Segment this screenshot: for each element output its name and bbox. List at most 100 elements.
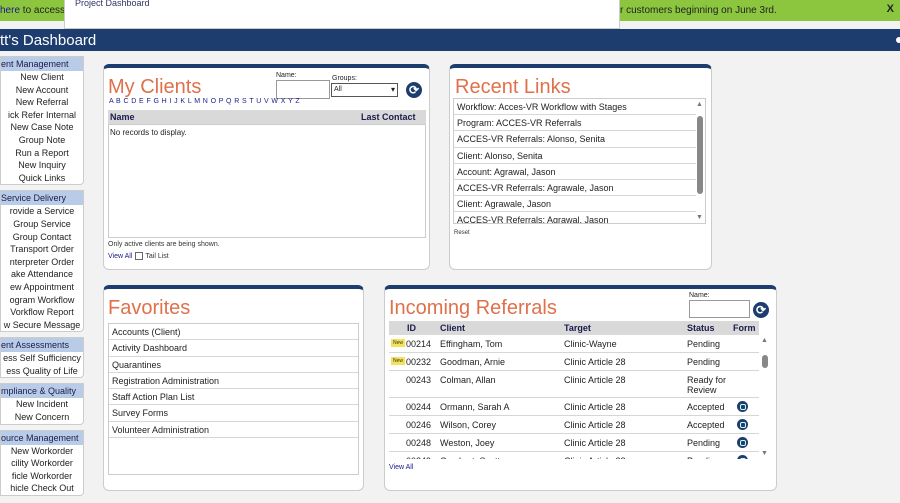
form-icon[interactable]: [737, 401, 748, 412]
recent-link-item[interactable]: Account: Agrawal, Jason: [454, 164, 696, 180]
recent-link-item[interactable]: Client: Alonso, Senita: [454, 148, 696, 164]
recent-link-item[interactable]: Program: ACCES-VR Referrals: [454, 115, 696, 132]
sidebar-item[interactable]: ew Appointment: [1, 281, 83, 294]
table-row[interactable]: 00243 Colman, Allan Clinic Article 28 Ready…: [389, 371, 759, 398]
sidebar-item[interactable]: Run a Report: [1, 147, 83, 160]
referral-target: Clinic Article 28: [564, 420, 626, 430]
scroll-down-icon[interactable]: ▼: [761, 450, 768, 457]
refresh-icon[interactable]: ⟳: [753, 302, 769, 318]
referral-status: Pending: [687, 357, 721, 367]
refresh-icon[interactable]: ⟳: [406, 82, 422, 98]
favorite-item[interactable]: Accounts (Client): [109, 324, 358, 341]
sidebar-item[interactable]: New Incident: [1, 398, 83, 411]
name-filter-input[interactable]: [276, 80, 330, 99]
reset-link[interactable]: Reset: [454, 230, 470, 236]
table-row[interactable]: 00248 Weston, Joey Clinic Article 28 Pendin…: [389, 434, 759, 452]
favorite-item[interactable]: Registration Administration: [109, 373, 358, 390]
referrals-name-input[interactable]: [689, 300, 750, 318]
page-header: tt's Dashboard: [0, 29, 900, 51]
sidebar-item[interactable]: Group Service: [1, 218, 83, 231]
scroll-up-icon[interactable]: ▲: [696, 101, 703, 108]
sidebar-group-header[interactable]: ent Management: [1, 57, 83, 71]
referral-status: Pending: [687, 438, 721, 448]
sidebar-item[interactable]: Transport Order: [1, 243, 83, 256]
referral-target: Clinic Article 28: [564, 357, 626, 367]
scroll-down-icon[interactable]: ▼: [696, 214, 703, 221]
sidebar-item[interactable]: w Secure Message: [1, 319, 83, 332]
recent-link-item[interactable]: Client: Agrawale, Jason: [454, 196, 696, 213]
favorite-item[interactable]: Quarantines: [109, 357, 358, 373]
sidebar-item[interactable]: cility Workorder: [1, 457, 83, 470]
table-row[interactable]: 00244 Ormann, Sarah A Clinic Article 28 Acc…: [389, 398, 759, 416]
recent-link-item[interactable]: Workflow: Acces-VR Workflow with Stages: [454, 99, 696, 116]
view-all-link[interactable]: View All: [108, 253, 132, 260]
sidebar-item[interactable]: ficle Workorder: [1, 470, 83, 483]
sidebar-item[interactable]: ess Quality of Life: [1, 365, 83, 378]
favorite-item[interactable]: Survey Forms: [109, 405, 358, 422]
referral-id: 00244: [406, 402, 432, 412]
sidebar-item[interactable]: New Workorder: [1, 445, 83, 458]
sidebar-item[interactable]: ake Attendance: [1, 268, 83, 281]
recent-link-item[interactable]: ACCES-VR Referrals: Alonso, Senita: [454, 131, 696, 148]
scroll-up-icon[interactable]: ▲: [761, 337, 768, 344]
tail-list-checkbox[interactable]: [135, 252, 144, 260]
sidebar-group-header[interactable]: mpliance & Quality: [1, 384, 83, 399]
sidebar-group-title: ent Management: [1, 59, 69, 69]
sidebar-item[interactable]: New Client: [1, 71, 83, 84]
favorite-item[interactable]: Activity Dashboard: [109, 340, 358, 357]
favorite-item[interactable]: Volunteer Administration: [109, 422, 358, 439]
col-status[interactable]: Status: [687, 321, 715, 335]
table-row[interactable]: New 00232 Goodman, Arnie Clinic Article 28 P…: [389, 353, 759, 371]
sidebar-item[interactable]: New Case Note: [1, 121, 83, 134]
table-row[interactable]: 00249 Cambert, Scott Clinic Article 28 Pend…: [389, 452, 759, 459]
col-target[interactable]: Target: [564, 321, 591, 335]
sidebar-item[interactable]: Group Contact: [1, 231, 83, 244]
form-icon[interactable]: [737, 437, 748, 448]
referral-id: 00232: [406, 357, 432, 367]
scroll-thumb[interactable]: [762, 355, 768, 368]
col-form[interactable]: Form: [733, 321, 756, 335]
recent-link-item[interactable]: ACCES-VR Referrals: Agrawale, Jason: [454, 180, 696, 197]
sidebar-item[interactable]: nterpreter Order: [1, 256, 83, 269]
col-last-contact[interactable]: Last Contact: [361, 110, 416, 124]
referral-target: Clinic-Wayne: [564, 339, 617, 349]
form-icon[interactable]: [737, 455, 748, 459]
sidebar-group: mpliance & Quality New Incident New Concer…: [0, 383, 84, 425]
sidebar-item[interactable]: Group Note: [1, 134, 83, 147]
col-id[interactable]: ID: [407, 321, 416, 335]
sidebar-item[interactable]: hicle Check Out: [1, 482, 83, 495]
sidebar-group-header[interactable]: ource Management: [1, 430, 83, 445]
form-icon[interactable]: [737, 419, 748, 430]
active-clients-note: Only active clients are being shown.: [108, 241, 220, 248]
scroll-thumb[interactable]: [697, 116, 703, 194]
recent-links-title: Recent Links: [455, 76, 571, 98]
recent-links-scrollbar[interactable]: ▲ ▼: [695, 99, 705, 223]
alphabet-filter[interactable]: A B C D E F G H I J K L M N O P Q R S T …: [109, 98, 300, 105]
col-client[interactable]: Client: [440, 321, 465, 335]
table-row[interactable]: 00246 Wilson, Corey Clinic Article 28 Accep…: [389, 416, 759, 434]
sidebar-group-header[interactable]: ent Assessments: [1, 338, 83, 353]
sidebar-item[interactable]: Vorkflow Report: [1, 306, 83, 319]
sidebar-item[interactable]: ess Self Sufficiency: [1, 352, 83, 365]
banner-link[interactable]: here: [0, 5, 20, 16]
groups-select[interactable]: All ▾: [331, 83, 398, 97]
recent-link-item[interactable]: ACCES-VR Referrals: Agrawal, Jason: [454, 212, 696, 223]
sidebar-item[interactable]: New Account: [1, 84, 83, 97]
banner-close-button[interactable]: X: [887, 3, 894, 15]
favorite-item[interactable]: Staff Action Plan List: [109, 389, 358, 406]
sidebar-item[interactable]: New Concern: [1, 411, 83, 424]
referrals-view-all-link[interactable]: View All: [389, 464, 413, 471]
sidebar-item[interactable]: Quick Links: [1, 172, 83, 185]
sidebar-item[interactable]: ick Refer Internal: [1, 109, 83, 122]
table-row[interactable]: New 00214 Effingham, Tom Clinic-Wayne Pendin…: [389, 335, 759, 353]
referral-client: Wilson, Corey: [440, 420, 497, 430]
sidebar-item[interactable]: rovide a Service: [1, 205, 83, 218]
col-name[interactable]: Name: [110, 110, 135, 124]
sidebar-item[interactable]: New Inquiry: [1, 159, 83, 172]
sidebar-item[interactable]: ogram Workflow: [1, 294, 83, 307]
sidebar-group: ent Management New Client New Account New R…: [0, 56, 84, 186]
referrals-scrollbar[interactable]: ▲ ▼: [760, 335, 770, 459]
sidebar-group-header[interactable]: Service Delivery: [1, 191, 83, 206]
sidebar-item[interactable]: New Referral: [1, 96, 83, 109]
view-all-text[interactable]: View All: [389, 464, 413, 471]
